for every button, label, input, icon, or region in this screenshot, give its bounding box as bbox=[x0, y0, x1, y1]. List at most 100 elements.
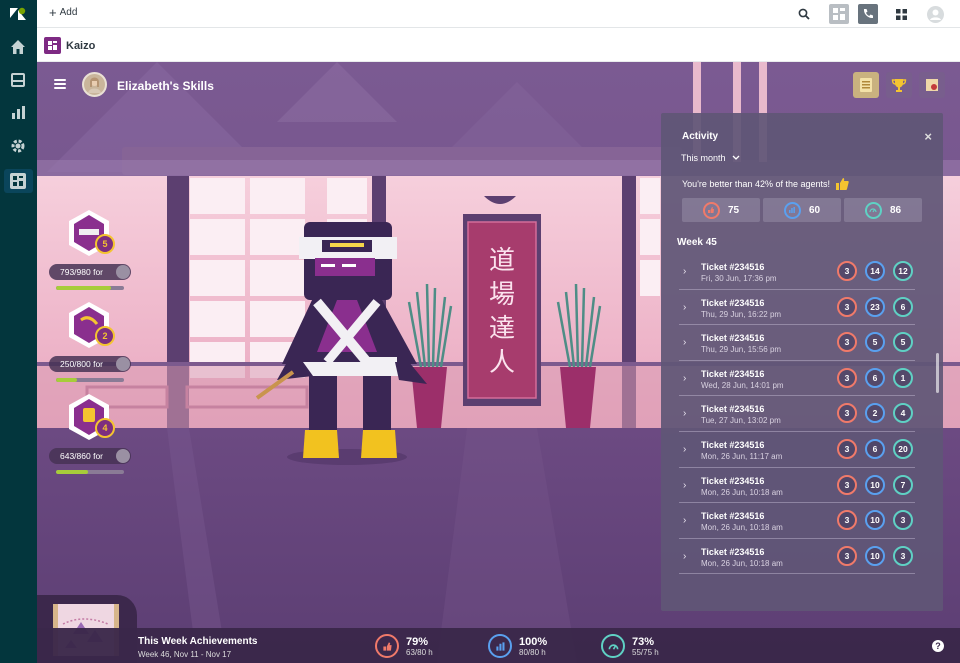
ticket-score-teal: 7 bbox=[893, 474, 913, 495]
reporting-icon[interactable] bbox=[9, 104, 27, 122]
activity-panel: Activity × This month You're better than… bbox=[661, 113, 943, 611]
ticket-score-teal: 12 bbox=[893, 261, 913, 281]
skills-title: Elizabeth's Skills bbox=[117, 79, 214, 93]
home-icon[interactable] bbox=[9, 38, 27, 56]
panel-scrollbar[interactable] bbox=[936, 353, 939, 393]
app-header: Kaizo bbox=[37, 29, 960, 62]
views-icon[interactable] bbox=[9, 71, 27, 89]
thumbs-up-icon bbox=[375, 634, 399, 658]
close-icon[interactable]: × bbox=[924, 129, 932, 144]
ticket-date: Mon, 26 Jun, 10:18 am bbox=[701, 487, 783, 497]
activity-title: Activity bbox=[682, 131, 719, 142]
trophy-icon bbox=[116, 449, 130, 463]
ticket-score-blue: 10 bbox=[865, 545, 885, 566]
ticket-score-blue: 14 bbox=[865, 261, 885, 281]
sign-char: 場 bbox=[488, 280, 515, 310]
ticket-score-red: 3 bbox=[837, 545, 857, 566]
metric-percent: 100% bbox=[519, 635, 548, 648]
ticket-name: Ticket #234516 bbox=[701, 546, 765, 557]
ticket-score-teal: 6 bbox=[893, 296, 913, 317]
settings-gear-icon[interactable] bbox=[9, 137, 27, 155]
bell-icon: 4 bbox=[67, 392, 115, 444]
ticket-score-teal: 20 bbox=[893, 438, 913, 459]
ticket-score-blue: 10 bbox=[865, 474, 885, 495]
chevron-right-icon: › bbox=[683, 408, 687, 420]
skill-value: 793/980 for bbox=[60, 267, 104, 277]
chevron-right-icon: › bbox=[683, 515, 687, 527]
search-icon[interactable] bbox=[794, 4, 814, 24]
skill-value-pill: 793/980 for bbox=[49, 264, 131, 280]
skill-value-pill: 250/800 for bbox=[49, 356, 131, 372]
skill-progress-bar bbox=[56, 286, 124, 290]
scroll-map-icon[interactable] bbox=[919, 72, 945, 98]
top-bar: + Add bbox=[37, 0, 960, 28]
stat-value: 86 bbox=[889, 204, 902, 216]
skill-progress-bar bbox=[56, 378, 124, 382]
ticket-date: Mon, 26 Jun, 11:17 am bbox=[701, 451, 783, 461]
sign-char: 達 bbox=[488, 314, 515, 344]
chevron-right-icon: › bbox=[683, 372, 687, 384]
ticket-name: Ticket #234516 bbox=[701, 368, 765, 379]
trophy-icon bbox=[116, 357, 130, 371]
ticket-row[interactable]: › Ticket #234516 Mon, 26 Jun, 10:18 am 3… bbox=[679, 468, 915, 504]
skill-level-badge: 5 bbox=[95, 234, 115, 254]
stat-value: 75 bbox=[727, 204, 740, 216]
headband-icon: 5 bbox=[67, 208, 115, 260]
ticket-name: Ticket #234516 bbox=[701, 404, 765, 415]
phone-icon[interactable] bbox=[858, 4, 878, 24]
skill-level-badge: 2 bbox=[95, 326, 115, 346]
period-dropdown[interactable]: This month bbox=[681, 153, 740, 163]
ticket-row[interactable]: › Ticket #234516 Mon, 26 Jun, 11:17 am 3… bbox=[679, 432, 915, 468]
skill-value: 643/860 for bbox=[60, 451, 104, 461]
kaizo-logo-icon bbox=[44, 37, 61, 54]
ticket-score-blue: 6 bbox=[865, 367, 885, 388]
ticket-score-blue: 6 bbox=[865, 438, 885, 459]
ticket-row[interactable]: › Ticket #234516 Thu, 29 Jun, 15:56 pm 3… bbox=[679, 325, 915, 361]
chevron-right-icon: › bbox=[683, 479, 687, 491]
stat-value: 60 bbox=[808, 204, 821, 216]
metric-hours: 55/75 h bbox=[632, 647, 659, 657]
ticket-score-teal: 3 bbox=[893, 510, 913, 531]
activity-list-icon[interactable] bbox=[853, 72, 879, 98]
period-label: This month bbox=[681, 153, 726, 163]
chevron-right-icon: › bbox=[683, 301, 687, 313]
ticket-row[interactable]: › Ticket #234516 Thu, 29 Jun, 16:22 pm 3… bbox=[679, 290, 915, 326]
thumbs-up-icon bbox=[702, 201, 720, 219]
user-avatar-icon[interactable] bbox=[925, 4, 945, 24]
speed-icon bbox=[601, 634, 625, 658]
ticket-name: Ticket #234516 bbox=[701, 262, 765, 272]
ticket-row[interactable]: › Ticket #234516 Mon, 26 Jun, 10:18 am 3… bbox=[679, 503, 915, 539]
ticket-name: Ticket #234516 bbox=[701, 333, 765, 344]
trophy-icon[interactable] bbox=[886, 72, 912, 98]
apps-grid-icon[interactable] bbox=[891, 4, 911, 24]
ticket-name: Ticket #234516 bbox=[701, 439, 765, 450]
left-navigation bbox=[0, 0, 37, 663]
ticket-row[interactable]: › Ticket #234516 Wed, 28 Jun, 14:01 pm 3… bbox=[679, 361, 915, 397]
chevron-right-icon: › bbox=[683, 443, 687, 455]
skill-progress-bar bbox=[56, 470, 124, 474]
bar-chart-icon bbox=[783, 201, 801, 219]
qr-app-icon[interactable] bbox=[829, 4, 849, 24]
ticket-score-red: 3 bbox=[837, 474, 857, 495]
stat-bars: 60 bbox=[763, 198, 841, 222]
ticket-name: Ticket #234516 bbox=[701, 475, 765, 486]
ticket-date: Wed, 28 Jun, 14:01 pm bbox=[701, 380, 784, 390]
dojo-scene: 道 場 達 人 Elizabeth's Skills 5 793/980 for… bbox=[37, 62, 960, 663]
metric-speed: 73% 55/75 h bbox=[601, 634, 659, 658]
zendesk-logo-icon[interactable] bbox=[8, 6, 28, 22]
add-button[interactable]: + Add bbox=[49, 6, 77, 19]
ticket-row[interactable]: › Ticket #234516 Fri, 30 Jun, 17:36 pm 3… bbox=[679, 254, 915, 290]
menu-icon[interactable] bbox=[54, 79, 66, 89]
agent-avatar[interactable] bbox=[82, 72, 107, 97]
ticket-row[interactable]: › Ticket #234516 Tue, 27 Jun, 13:02 pm 3… bbox=[679, 396, 915, 432]
ticket-score-red: 3 bbox=[837, 403, 857, 424]
ticket-row[interactable]: › Ticket #234516 Mon, 26 Jun, 10:18 am 3… bbox=[679, 539, 915, 575]
kaizo-app-icon[interactable] bbox=[9, 172, 27, 190]
help-icon[interactable]: ? bbox=[932, 640, 944, 652]
achievements-subtitle: Week 46, Nov 11 - Nov 17 bbox=[138, 650, 232, 659]
metric-percent: 79% bbox=[406, 635, 429, 648]
nunchaku-icon: 2 bbox=[67, 300, 115, 352]
thumbs-up-icon bbox=[836, 178, 849, 190]
ticket-date: Mon, 26 Jun, 10:18 am bbox=[701, 523, 783, 533]
ticket-score-teal: 1 bbox=[893, 367, 913, 388]
